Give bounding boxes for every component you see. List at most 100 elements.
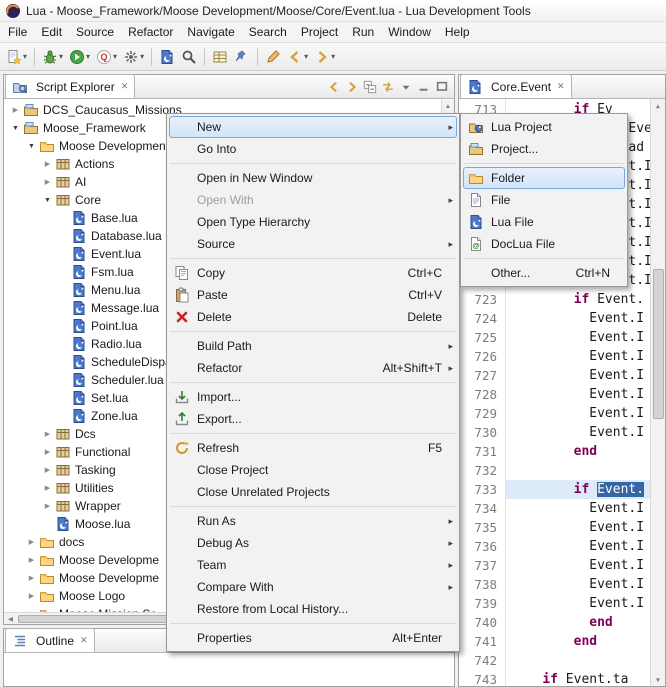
toolbar-button-table[interactable] — [209, 45, 231, 69]
toolbar-button-forward[interactable]: ▾ — [311, 45, 338, 69]
menu-item-open-with[interactable]: Open With▸ — [169, 189, 457, 211]
tree-twistie-icon[interactable]: ▶ — [40, 160, 55, 168]
menu-item-compare-with[interactable]: Compare With▸ — [169, 576, 457, 598]
tree-twistie-icon[interactable]: ▶ — [24, 556, 39, 564]
dropdown-arrow-icon[interactable]: ▾ — [140, 52, 144, 61]
scroll-up-icon[interactable]: ▲ — [442, 100, 454, 113]
menu-item-close-project[interactable]: Close Project — [169, 459, 457, 481]
menu-item-doclua-file[interactable]: @DocLua File — [463, 233, 625, 255]
toolbar-separator — [151, 48, 152, 66]
menu-item-folder[interactable]: Folder — [463, 167, 625, 189]
menu-item-lua-project[interactable]: Lua Project — [463, 116, 625, 138]
dropdown-arrow-icon[interactable]: ▾ — [331, 52, 335, 61]
scroll-left-icon[interactable]: ◀ — [4, 613, 17, 624]
folder-icon — [39, 570, 55, 586]
menu-item-debug-as[interactable]: Debug As▸ — [169, 532, 457, 554]
close-icon[interactable]: ✕ — [121, 81, 129, 92]
menubar-item-window[interactable]: Window — [381, 22, 438, 42]
toolbar-button-new-wizard[interactable]: ▾ — [3, 45, 30, 69]
tab-core-event[interactable]: Core.Event ✕ — [460, 74, 572, 98]
toolbar-button-pin[interactable] — [231, 45, 253, 69]
dropdown-arrow-icon[interactable]: ▾ — [86, 52, 90, 61]
view-tool-back-arrow[interactable] — [327, 80, 341, 94]
menu-item-restore-from-local-history[interactable]: Restore from Local History... — [169, 598, 457, 620]
menu-item-source[interactable]: Source▸ — [169, 233, 457, 255]
view-tool-minimize[interactable] — [417, 80, 431, 94]
menu-item-import[interactable]: Import... — [169, 386, 457, 408]
menubar-item-project[interactable]: Project — [294, 22, 345, 42]
editor-scrollbar[interactable]: ▲ ▼ — [650, 99, 665, 686]
menu-item-team[interactable]: Team▸ — [169, 554, 457, 576]
menu-item-run-as[interactable]: Run As▸ — [169, 510, 457, 532]
close-icon[interactable]: ✕ — [557, 81, 565, 92]
menu-item-build-path[interactable]: Build Path▸ — [169, 335, 457, 357]
menu-item-open-type-hierarchy[interactable]: Open Type Hierarchy — [169, 211, 457, 233]
scrollbar-thumb[interactable] — [653, 269, 664, 419]
toolbar-button-debug[interactable]: ▾ — [39, 45, 66, 69]
toolbar-button-search[interactable] — [178, 45, 200, 69]
menu-item-file[interactable]: File — [463, 189, 625, 211]
menu-item-copy[interactable]: CopyCtrl+C — [169, 262, 457, 284]
dropdown-arrow-icon[interactable]: ▾ — [59, 52, 63, 61]
menu-item-paste[interactable]: PasteCtrl+V — [169, 284, 457, 306]
toolbar-button-luafile[interactable] — [156, 45, 178, 69]
dropdown-arrow-icon[interactable]: ▾ — [23, 52, 27, 61]
keyword-token: if — [574, 292, 590, 307]
menubar-item-search[interactable]: Search — [242, 22, 294, 42]
srcdir-icon — [55, 174, 71, 190]
menubar-item-file[interactable]: File — [1, 22, 34, 42]
tree-twistie-icon[interactable]: ▼ — [40, 197, 55, 204]
menu-item-lua-file[interactable]: Lua File — [463, 211, 625, 233]
tree-twistie-icon[interactable]: ▶ — [40, 448, 55, 456]
view-tool-maximize[interactable] — [435, 80, 449, 94]
menu-item-new[interactable]: New▸ — [169, 116, 457, 138]
tree-twistie-icon[interactable]: ▼ — [8, 125, 23, 132]
menu-item-export[interactable]: Export... — [169, 408, 457, 430]
toolbar-button-back[interactable]: ▾ — [284, 45, 311, 69]
toolbar-button-run[interactable]: ▾ — [66, 45, 93, 69]
menubar-item-source[interactable]: Source — [69, 22, 121, 42]
scroll-down-icon[interactable]: ▼ — [651, 673, 665, 686]
menu-shortcut: Ctrl+N — [576, 266, 610, 280]
tree-twistie-icon[interactable]: ▶ — [40, 430, 55, 438]
code-token: Event.I — [511, 501, 644, 516]
menu-item-properties[interactable]: PropertiesAlt+Enter — [169, 627, 457, 649]
dropdown-arrow-icon[interactable]: ▾ — [113, 52, 117, 61]
tab-script-explorer[interactable]: Script Explorer ✕ — [5, 74, 135, 98]
menu-item-open-in-new-window[interactable]: Open in New Window — [169, 167, 457, 189]
tab-outline[interactable]: Outline ✕ — [5, 628, 95, 652]
view-tool-link-with-editor[interactable] — [381, 80, 395, 94]
menu-item-refactor[interactable]: RefactorAlt+Shift+T▸ — [169, 357, 457, 379]
tree-twistie-icon[interactable]: ▶ — [40, 484, 55, 492]
toolbar-button-coverage[interactable]: Q▾ — [93, 45, 120, 69]
tree-twistie-icon[interactable]: ▼ — [24, 143, 39, 150]
tree-twistie-icon[interactable]: ▶ — [24, 592, 39, 600]
tree-twistie-icon[interactable]: ▶ — [8, 106, 23, 114]
menubar-item-run[interactable]: Run — [345, 22, 381, 42]
menu-item-project[interactable]: Project... — [463, 138, 625, 160]
menubar-item-navigate[interactable]: Navigate — [180, 22, 241, 42]
menubar-item-edit[interactable]: Edit — [34, 22, 69, 42]
tree-twistie-icon[interactable]: ▶ — [24, 538, 39, 546]
view-tool-collapse-all[interactable] — [363, 80, 377, 94]
scroll-up-icon[interactable]: ▲ — [651, 99, 665, 112]
view-tool-view-menu[interactable] — [399, 80, 413, 94]
tree-twistie-icon[interactable]: ▶ — [40, 502, 55, 510]
menubar-item-help[interactable]: Help — [438, 22, 477, 42]
menu-item-close-unrelated-projects[interactable]: Close Unrelated Projects — [169, 481, 457, 503]
menu-item-other[interactable]: Other...Ctrl+N — [463, 262, 625, 284]
toolbar-button-last-edit[interactable] — [262, 45, 284, 69]
tree-twistie-icon[interactable]: ▶ — [40, 466, 55, 474]
toolbar-button-external-tools[interactable]: ▾ — [120, 45, 147, 69]
view-tool-forward-arrow[interactable] — [345, 80, 359, 94]
menu-item-refresh[interactable]: RefreshF5 — [169, 437, 457, 459]
luafile-icon — [71, 390, 87, 406]
close-icon[interactable]: ✕ — [80, 635, 88, 646]
tree-twistie-icon[interactable]: ▶ — [40, 178, 55, 186]
dropdown-arrow-icon[interactable]: ▾ — [304, 52, 308, 61]
tree-twistie-icon[interactable]: ▶ — [24, 574, 39, 582]
menu-item-delete[interactable]: DeleteDelete — [169, 306, 457, 328]
menubar-item-refactor[interactable]: Refactor — [121, 22, 180, 42]
code-line: end — [511, 632, 650, 651]
menu-item-go-into[interactable]: Go Into — [169, 138, 457, 160]
